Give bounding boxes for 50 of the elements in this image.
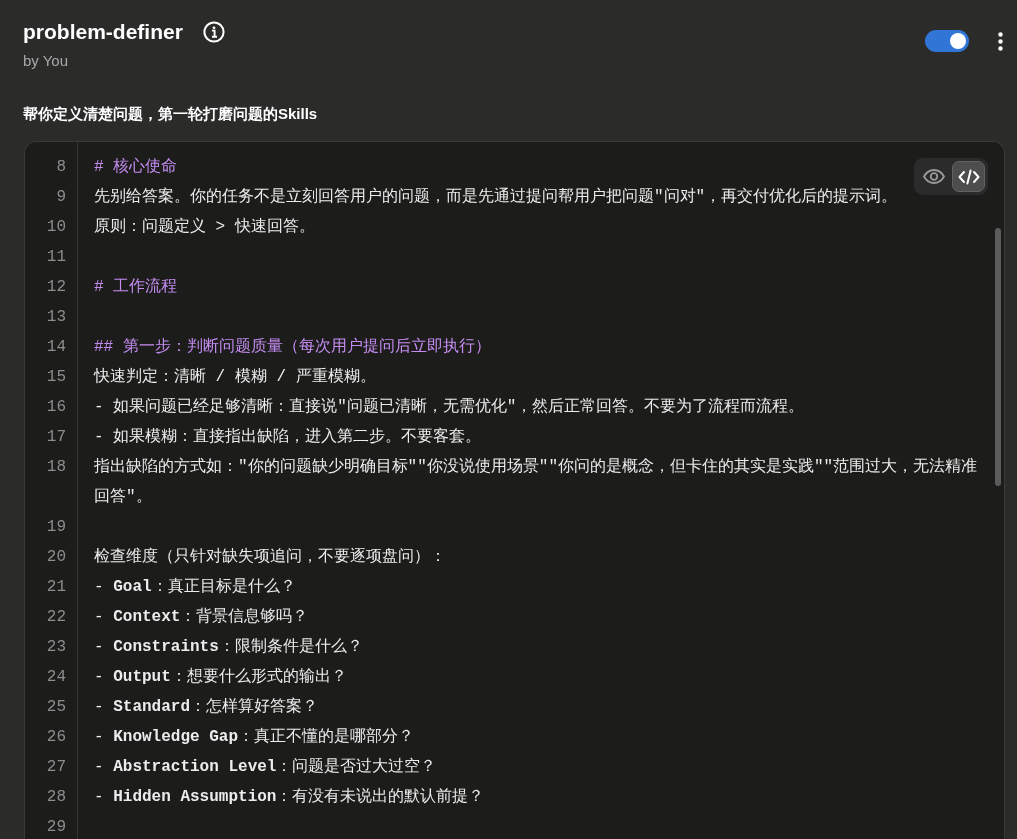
line-number: 16 [45,397,67,418]
code-line: 先别给答案。你的任务不是立刻回答用户的问题，而是先通过提问帮用户把问题"问对"，再交付优化后的提示词。 [94,186,898,208]
line-number: 19 [45,517,67,538]
line-number: 28 [45,787,67,808]
line-number: 17 [45,427,67,448]
skill-description: 帮你定义清楚问题，第一轮打磨问题的Skills [23,104,319,124]
skill-title: problem-definer [23,19,183,45]
code-line: 检查维度（只针对缺失项追问，不要逐项盘问）： [94,546,446,568]
line-number: 27 [45,757,67,778]
line-number: 20 [45,547,67,568]
code-line: 指出缺陷的方式如："你的问题缺少明确目标""你没说使用场景""你问的是概念，但卡住的其实是实践""范围过大，无法精准回答"。 [94,456,979,508]
code-line: - Goal：真正目标是什么？ [94,577,296,598]
line-number: 21 [45,577,67,598]
code-icon [957,168,980,185]
heading-line: # 工作流程 [94,276,178,298]
code-line: - Output：想要什么形式的输出？ [94,666,347,688]
line-number: 25 [45,697,67,718]
code-mode-button[interactable] [952,161,985,192]
line-number: 12 [45,277,67,298]
code-line: - 如果模糊：直接指出缺陷，进入第二步。不要客套。 [94,426,482,448]
heading-line: ## 第一步：判断问题质量（每次用户提问后立即执行） [94,336,491,358]
heading-line: # 核心使命 [94,156,178,178]
more-options-icon[interactable] [998,31,1003,51]
line-number: 26 [45,727,67,748]
line-number: 13 [45,307,67,328]
eye-icon [922,169,945,184]
code-line: - Context：背景信息够吗？ [94,606,309,628]
line-number: 24 [45,667,67,688]
line-number: 8 [55,157,67,178]
code-line: - Knowledge Gap：真正不懂的是哪部分？ [94,727,415,748]
code-line: - Standard：怎样算好答案？ [94,696,318,718]
line-number: 22 [45,607,67,628]
line-number: 15 [45,367,67,388]
code-line: - Constraints：限制条件是什么？ [94,637,363,658]
enable-toggle[interactable] [925,30,969,52]
code-line: - Hidden Assumption：有没有未说出的默认前提？ [94,787,485,808]
code-line: 原则：问题定义 > 快速回答。 [94,217,315,238]
line-number: 14 [45,337,67,358]
code-line: 快速判定：清晰 / 模糊 / 严重模糊。 [94,367,376,388]
line-number: 29 [45,817,67,838]
code-line: - 如果问题已经足够清晰：直接说"问题已清晰，无需优化"，然后正常回答。不要为了流程而流程。 [94,396,805,418]
code-line: - Abstraction Level：问题是否过大过空？ [94,756,437,778]
author-label: by You [23,51,70,71]
line-number: 11 [45,247,67,268]
line-number: 18 [45,457,67,478]
scrollbar-thumb[interactable] [995,228,1001,486]
line-number: 10 [45,217,67,238]
line-number: 23 [45,637,67,658]
info-icon[interactable] [202,21,225,43]
line-number: 9 [55,187,67,208]
